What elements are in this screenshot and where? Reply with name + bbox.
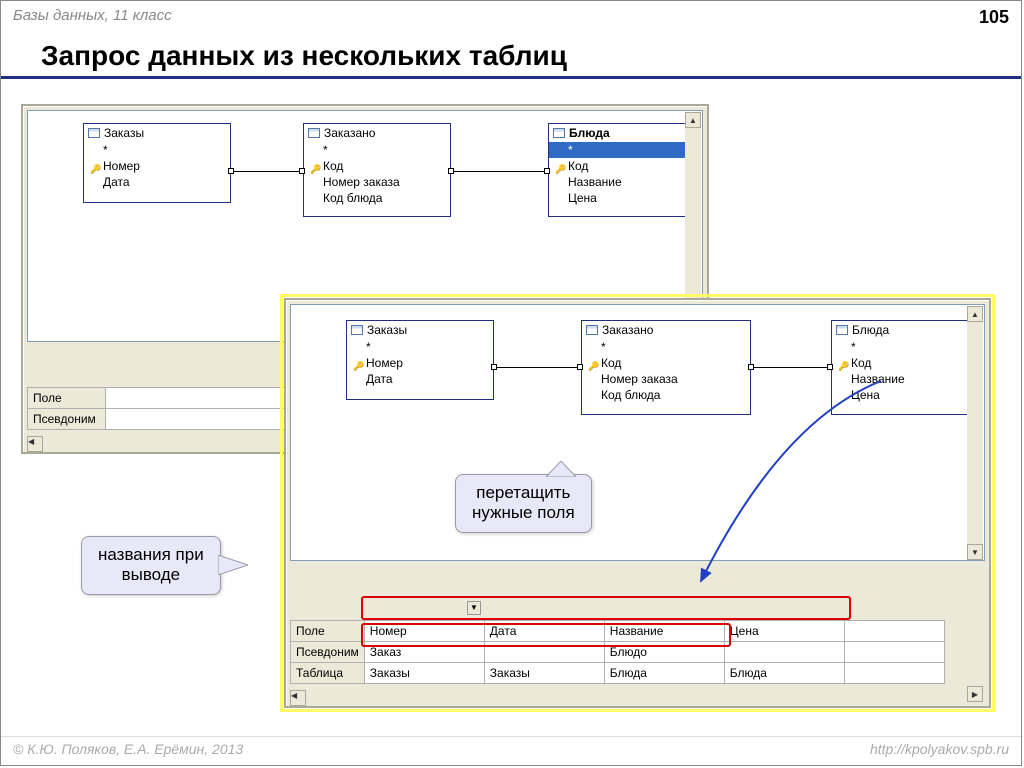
table-cell[interactable]: Заказы <box>484 663 604 684</box>
slide-footer: © К.Ю. Поляков, Е.А. Ерёмин, 2013 http:/… <box>1 736 1021 761</box>
table-bluda-2[interactable]: Блюда * Код Название Цена <box>831 320 971 415</box>
page-title: Запрос данных из нескольких таблиц <box>1 34 1021 79</box>
key-icon <box>555 161 565 171</box>
front-window: Заказы * Номер Дата Заказано * Код Номер… <box>284 298 991 708</box>
slide: Базы данных, 11 класс 105 Запрос данных … <box>0 0 1022 766</box>
alias-cell[interactable]: Заказ <box>364 642 484 663</box>
page-number: 105 <box>979 7 1009 28</box>
table-icon <box>586 325 598 335</box>
table-icon <box>88 128 100 138</box>
key-icon <box>588 358 598 368</box>
slide-header: Базы данных, 11 класс 105 <box>1 1 1021 34</box>
alias-cell[interactable]: Блюдо <box>604 642 724 663</box>
key-icon <box>90 161 100 171</box>
table-icon <box>553 128 565 138</box>
table-title: Блюда <box>569 126 610 140</box>
scroll-up-icon[interactable]: ▲ <box>967 306 983 322</box>
key-icon <box>353 358 363 368</box>
table-icon <box>308 128 320 138</box>
breadcrumb: Базы данных, 11 класс <box>13 7 172 28</box>
table-zakazy[interactable]: Заказы * Номер Дата <box>83 123 231 203</box>
query-grid[interactable]: Поле Псевдоним <box>27 387 287 430</box>
query-grid-front[interactable]: Поле Номер Дата Название Цена Псевдоним … <box>290 620 945 684</box>
table-zakazy-2[interactable]: Заказы * Номер Дата <box>346 320 494 400</box>
callout-drag: перетащить нужные поля <box>455 474 592 533</box>
table-icon <box>836 325 848 335</box>
table-cell[interactable]: Заказы <box>364 663 484 684</box>
scroll-left-icon[interactable]: ◀ <box>27 436 43 452</box>
scroll-down-icon[interactable]: ▼ <box>967 544 983 560</box>
scrollbar-horizontal[interactable]: ◀ <box>27 432 287 448</box>
field-cell[interactable]: Цена <box>724 621 844 642</box>
table-bluda[interactable]: Блюда * Код Название Цена <box>548 123 696 217</box>
scrollbar-vertical[interactable]: ▲ ▼ <box>967 306 983 560</box>
field-cell[interactable]: Название <box>604 621 724 642</box>
highlight-fields <box>361 596 851 620</box>
table-cell[interactable]: Блюда <box>604 663 724 684</box>
table-cell[interactable]: Блюда <box>724 663 844 684</box>
table-zakazano[interactable]: Заказано * Код Номер заказа Код блюда <box>303 123 451 217</box>
table-title: Заказы <box>104 126 144 140</box>
scroll-right-icon[interactable]: ▶ <box>967 686 983 702</box>
alias-cell[interactable] <box>724 642 844 663</box>
table-title: Заказано <box>324 126 375 140</box>
key-icon <box>310 161 320 171</box>
dropdown-icon[interactable]: ▼ <box>467 601 481 615</box>
table-icon <box>351 325 363 335</box>
scrollbar-horizontal[interactable]: ◀ ▶ <box>290 686 983 702</box>
scroll-left-icon[interactable]: ◀ <box>290 690 306 706</box>
key-icon <box>838 358 848 368</box>
scroll-up-icon[interactable]: ▲ <box>685 112 701 128</box>
field-cell[interactable]: Номер <box>364 621 484 642</box>
field-cell[interactable]: Дата <box>484 621 604 642</box>
callout-alias: названия при выводе <box>81 536 221 595</box>
table-zakazano-2[interactable]: Заказано * Код Номер заказа Код блюда <box>581 320 751 415</box>
alias-cell[interactable] <box>484 642 604 663</box>
